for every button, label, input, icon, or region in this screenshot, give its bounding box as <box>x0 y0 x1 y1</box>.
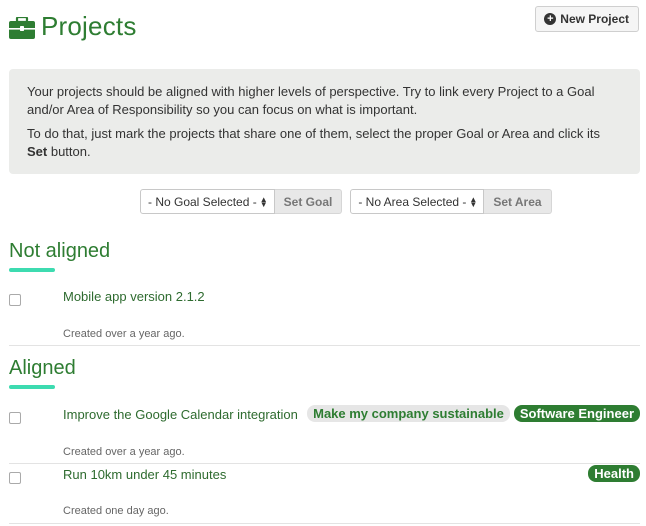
project-row: Mobile app version 2.1.2 Created over a … <box>9 283 640 346</box>
info-text-2: To do that, just mark the projects that … <box>27 126 601 159</box>
goal-select[interactable]: - No Goal Selected - ▲ ▼ <box>140 189 275 214</box>
updown-icon: ▲ ▼ <box>469 194 478 209</box>
set-keyword: Set <box>27 144 48 159</box>
area-select[interactable]: - No Area Selected - ▲ ▼ <box>350 189 485 214</box>
section-title-not-aligned: Not aligned <box>9 240 111 262</box>
project-row: Improve the Google Calendar integration … <box>9 401 640 464</box>
new-project-button[interactable]: + New Project <box>535 6 639 32</box>
alignment-info-panel: Your projects should be aligned with hig… <box>9 69 640 174</box>
alignment-controls: - No Goal Selected - ▲ ▼ Set Goal - No Ar… <box>140 189 552 214</box>
area-select-value: - No Area Selected - <box>358 194 467 209</box>
project-tags: Make my company sustainable Software Eng… <box>307 405 640 422</box>
page-title: Projects <box>41 11 137 41</box>
page-header: Projects + New Project <box>9 6 639 50</box>
goal-select-value: - No Goal Selected - <box>148 194 257 209</box>
plus-circle-icon: + <box>544 13 557 25</box>
project-row: Run 10km under 45 minutes Health Created… <box>9 464 640 524</box>
new-project-label: New Project <box>560 12 629 26</box>
set-area-button[interactable]: Set Area <box>484 189 552 214</box>
project-created: Created over a year ago. <box>63 446 185 458</box>
section-title-aligned: Aligned <box>9 357 76 379</box>
info-text-1: Your projects should be aligned with hig… <box>27 84 595 117</box>
project-checkbox[interactable] <box>9 472 21 484</box>
project-name[interactable]: Improve the Google Calendar integration <box>63 407 298 422</box>
project-created: Created over a year ago. <box>63 328 185 340</box>
section-underline <box>9 268 55 272</box>
set-goal-button[interactable]: Set Goal <box>274 189 343 214</box>
area-tag[interactable]: Software Engineer <box>513 405 640 422</box>
area-tag[interactable]: Health <box>588 465 640 482</box>
goal-tag[interactable]: Make my company sustainable <box>307 405 510 422</box>
project-checkbox[interactable] <box>9 294 21 306</box>
project-name[interactable]: Mobile app version 2.1.2 <box>63 289 205 304</box>
project-checkbox[interactable] <box>9 412 21 424</box>
project-created: Created one day ago. <box>63 505 169 517</box>
section-underline <box>9 385 55 389</box>
updown-icon: ▲ ▼ <box>259 194 268 209</box>
briefcase-icon <box>9 17 35 39</box>
project-name[interactable]: Run 10km under 45 minutes <box>63 467 226 482</box>
project-tags: Health <box>588 465 640 482</box>
